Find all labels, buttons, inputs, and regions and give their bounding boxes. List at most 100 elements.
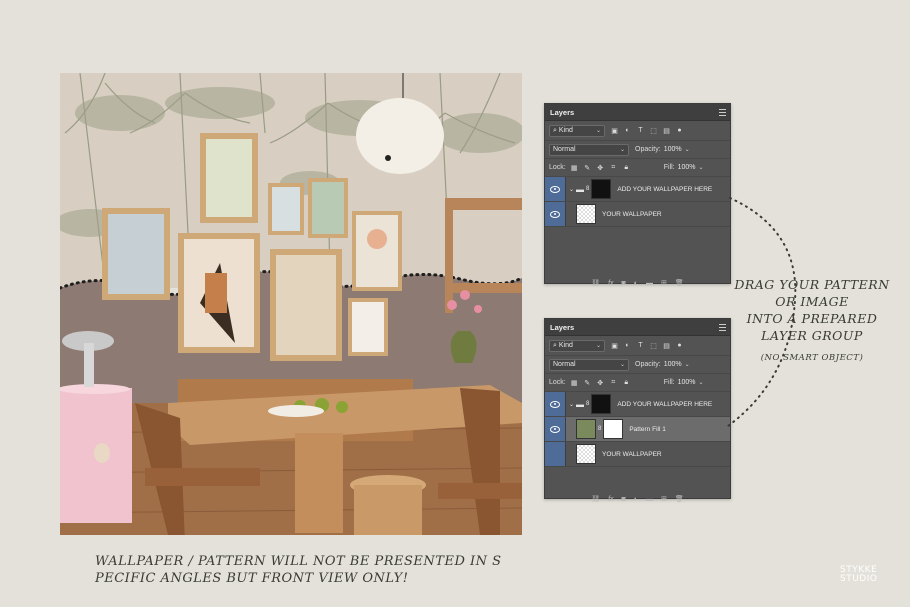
lock-position-icon[interactable]: ✥	[597, 164, 604, 172]
new-group-icon[interactable]: ▬	[646, 496, 653, 503]
search-icon: ⌕	[553, 126, 557, 134]
add-mask-icon[interactable]: ◙	[622, 280, 626, 287]
chevron-down-icon[interactable]: ⌄	[699, 379, 704, 386]
chevron-down-icon[interactable]: ⌄	[569, 401, 574, 408]
lock-all-icon[interactable]: 🔒︎	[623, 379, 630, 386]
layer-name[interactable]: Pattern Fill 1	[629, 426, 666, 433]
panel-menu-icon[interactable]	[719, 323, 726, 331]
layer-row-pattern-fill[interactable]: 8 Pattern Fill 1	[545, 417, 730, 442]
folder-icon: ▬	[576, 184, 585, 194]
lock-image-icon[interactable]: ✎	[584, 164, 591, 172]
filter-kind-dropdown[interactable]: ⌕ Kind ⌄	[549, 339, 605, 352]
filter-row: ⌕ Kind ⌄ ▣ ◐ T ⬚ ▤ ●	[545, 121, 730, 141]
blend-mode-value: Normal	[553, 146, 576, 153]
trash-icon[interactable]: 🗑︎	[675, 279, 684, 287]
trash-icon[interactable]: 🗑︎	[675, 495, 684, 503]
chevron-down-icon: ⌄	[595, 343, 601, 349]
opacity-value[interactable]: 100%	[664, 146, 682, 153]
fx-icon[interactable]: fx	[608, 280, 613, 287]
panel-tab-layers[interactable]: Layers	[550, 323, 574, 332]
lock-image-icon[interactable]: ✎	[584, 379, 591, 387]
lock-transparent-icon[interactable]: ▦	[571, 164, 578, 172]
blend-mode-dropdown[interactable]: Normal ⌄	[549, 143, 629, 156]
visibility-toggle[interactable]	[545, 442, 566, 466]
layer-name[interactable]: ADD YOUR WALLPAPER HERE	[617, 186, 712, 193]
link-layers-icon[interactable]: ⛓︎	[591, 279, 600, 287]
layer-name[interactable]: YOUR WALLPAPER	[602, 211, 662, 218]
lock-row: Lock: ▦ ✎ ✥ ⌗ 🔒︎ Fill: 100% ⌄	[545, 159, 730, 177]
blend-mode-dropdown[interactable]: Normal ⌄	[549, 358, 629, 371]
filter-adjustment-icon[interactable]: ◐	[624, 342, 631, 349]
fx-icon[interactable]: fx	[608, 496, 613, 503]
filter-toggle-icon[interactable]: ●	[676, 127, 683, 134]
folder-icon: ▬	[576, 399, 585, 409]
lock-artboard-icon[interactable]: ⌗	[610, 164, 617, 171]
lock-position-icon[interactable]: ✥	[597, 379, 604, 387]
lock-all-icon[interactable]: 🔒︎	[623, 164, 630, 171]
room-illustration	[60, 73, 522, 535]
layer-row-group[interactable]: ⌄ ▬ 8 ADD YOUR WALLPAPER HERE	[545, 392, 730, 417]
layer-thumbnail	[576, 444, 596, 464]
new-adjustment-icon[interactable]: ◐	[634, 280, 638, 287]
blend-mode-value: Normal	[553, 361, 576, 368]
filter-adjustment-icon[interactable]: ◐	[624, 127, 631, 134]
panel-tab-layers[interactable]: Layers	[550, 108, 574, 117]
new-group-icon[interactable]: ▬	[646, 280, 653, 287]
lock-label: Lock:	[549, 164, 566, 171]
opacity-label: Opacity:	[635, 361, 661, 368]
visibility-toggle[interactable]	[545, 202, 566, 226]
chevron-down-icon[interactable]: ⌄	[685, 146, 690, 153]
add-mask-icon[interactable]: ◙	[622, 496, 626, 503]
panel-menu-icon[interactable]	[719, 108, 726, 116]
new-layer-icon[interactable]: ⊞	[661, 279, 667, 287]
link-icon: 8	[586, 401, 590, 407]
chevron-down-icon: ⌄	[619, 147, 625, 153]
layer-name[interactable]: ADD YOUR WALLPAPER HERE	[617, 401, 712, 408]
new-adjustment-icon[interactable]: ◐	[634, 496, 638, 503]
chevron-down-icon[interactable]: ⌄	[685, 361, 690, 368]
caption-line: WALLPAPER / PATTERN WILL NOT BE PRESENTE…	[95, 554, 502, 569]
panel-titlebar: Layers	[545, 319, 730, 336]
lock-transparent-icon[interactable]: ▦	[571, 379, 578, 387]
visibility-toggle[interactable]	[545, 392, 566, 416]
filter-shape-icon[interactable]: ⬚	[650, 342, 657, 350]
caption-line: PECIFIC ANGLES BUT FRONT VIEW ONLY!	[95, 571, 409, 586]
layer-row-wallpaper[interactable]: YOUR WALLPAPER	[545, 202, 730, 227]
lock-artboard-icon[interactable]: ⌗	[610, 379, 617, 386]
filter-type-icon[interactable]: T	[637, 342, 644, 349]
filter-kind-label: Kind	[558, 341, 573, 349]
layer-name[interactable]: YOUR WALLPAPER	[602, 451, 662, 458]
visibility-toggle[interactable]	[545, 417, 566, 441]
filter-shape-icon[interactable]: ⬚	[650, 127, 657, 135]
caption-line: LAYER GROUP	[761, 328, 863, 343]
chevron-down-icon[interactable]: ⌄	[569, 186, 574, 193]
chevron-down-icon[interactable]: ⌄	[699, 164, 704, 171]
layer-row-group[interactable]: ⌄ ▬ 8 ADD YOUR WALLPAPER HERE	[545, 177, 730, 202]
link-layers-icon[interactable]: ⛓︎	[591, 495, 600, 503]
panel-titlebar: Layers	[545, 104, 730, 121]
layer-row-wallpaper[interactable]: YOUR WALLPAPER	[545, 442, 730, 467]
room-mockup-photo	[60, 73, 522, 535]
filter-pixel-icon[interactable]: ▣	[611, 127, 618, 135]
layer-mask-thumbnail	[591, 394, 612, 414]
new-layer-icon[interactable]: ⊞	[661, 495, 667, 503]
fill-value[interactable]: 100%	[678, 164, 696, 171]
filter-row: ⌕ Kind ⌄ ▣ ◐ T ⬚ ▤ ●	[545, 336, 730, 356]
filter-type-icon[interactable]: T	[637, 127, 644, 134]
search-icon: ⌕	[553, 341, 557, 349]
fill-label: Fill:	[663, 379, 675, 386]
panel-footer: ⛓︎ fx ◙ ◐ ▬ ⊞ 🗑︎	[545, 491, 730, 507]
pattern-thumbnail	[576, 419, 596, 439]
fill-value[interactable]: 100%	[678, 379, 696, 386]
filter-kind-dropdown[interactable]: ⌕ Kind ⌄	[549, 124, 605, 137]
instruction-caption: DRAG YOUR PATTERN OR IMAGE INTO A PREPAR…	[732, 276, 892, 367]
opacity-value[interactable]: 100%	[664, 361, 682, 368]
filter-smartobject-icon[interactable]: ▤	[663, 127, 670, 135]
visibility-toggle[interactable]	[545, 177, 566, 201]
filter-smartobject-icon[interactable]: ▤	[663, 342, 670, 350]
filter-pixel-icon[interactable]: ▣	[611, 342, 618, 350]
blend-row: Normal ⌄ Opacity: 100% ⌄	[545, 141, 730, 159]
layers-panel-top: Layers ⌕ Kind ⌄ ▣ ◐ T ⬚ ▤ ● Normal ⌄ Opaci…	[544, 103, 731, 287]
layers-empty-area	[545, 227, 730, 275]
filter-toggle-icon[interactable]: ●	[676, 342, 683, 349]
